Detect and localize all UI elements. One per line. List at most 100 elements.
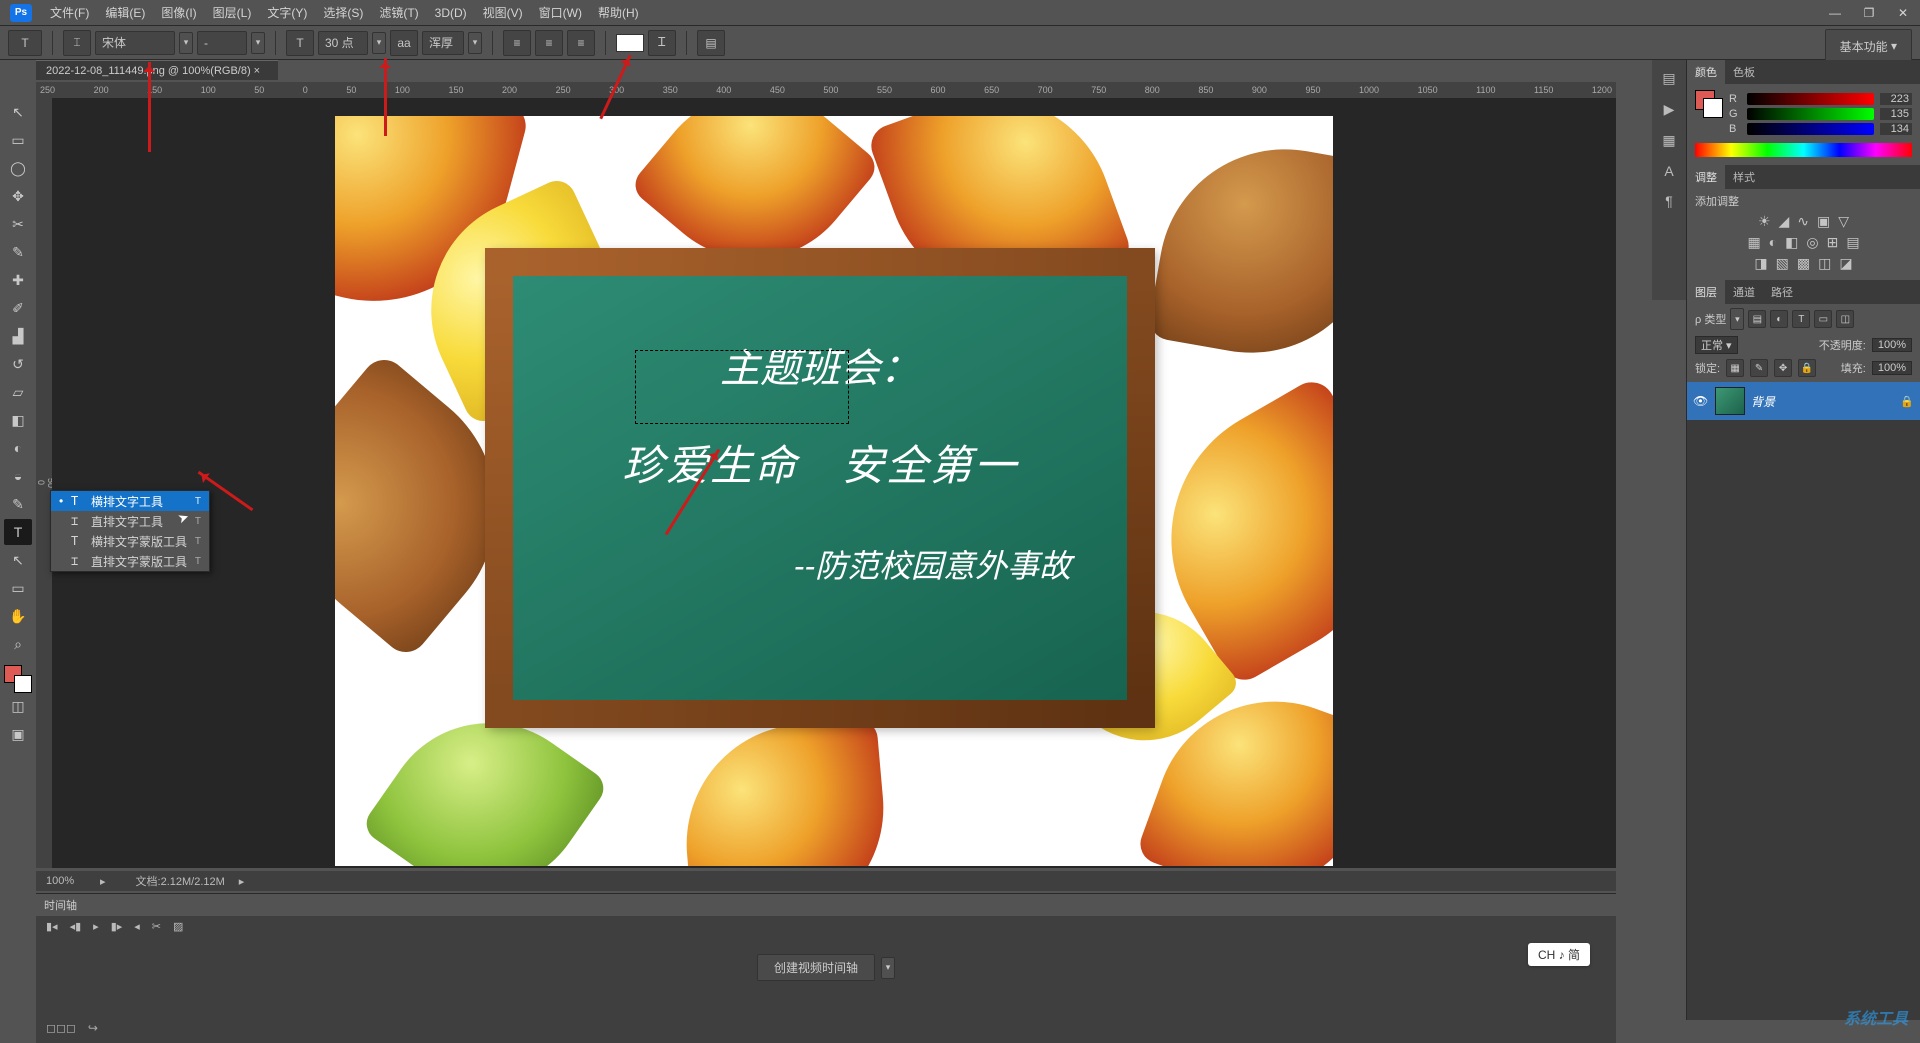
menu-select[interactable]: 选择(S) — [315, 1, 371, 24]
character-panel-button[interactable]: ▤ — [697, 30, 725, 56]
properties-panel-icon[interactable]: ▦ — [1662, 132, 1675, 149]
hand-tool[interactable]: ✋ — [4, 603, 32, 629]
tab-paths[interactable]: 路径 — [1763, 280, 1801, 304]
tab-styles[interactable]: 样式 — [1725, 165, 1763, 189]
timeline-audio[interactable]: ◂ — [134, 920, 140, 933]
filter-pixel-icon[interactable]: ▤ — [1748, 310, 1766, 328]
adj-mixer-icon[interactable]: ⊞ — [1827, 234, 1839, 251]
timeline-play[interactable]: ▸ — [93, 920, 99, 933]
font-style-field[interactable]: - — [197, 31, 247, 55]
eyedropper-tool[interactable]: ✎ — [4, 239, 32, 265]
eraser-tool[interactable]: ▱ — [4, 379, 32, 405]
character-panel-icon[interactable]: A — [1664, 163, 1673, 179]
adj-levels-icon[interactable]: ◢ — [1779, 213, 1790, 230]
antialias-dropdown[interactable]: ▾ — [468, 32, 482, 54]
tool-preset-button[interactable]: T — [8, 30, 42, 56]
paragraph-panel-icon[interactable]: ¶ — [1665, 193, 1673, 209]
move-tool[interactable]: ↖ — [4, 99, 32, 125]
adj-hue-icon[interactable]: ▦ — [1747, 234, 1760, 251]
align-center-button[interactable]: ≡ — [535, 30, 563, 56]
adj-exposure-icon[interactable]: ▣ — [1817, 213, 1830, 230]
quick-select-tool[interactable]: ✥ — [4, 183, 32, 209]
font-size-dropdown[interactable]: ▾ — [372, 32, 386, 54]
layer-name[interactable]: 背景 — [1751, 393, 1775, 410]
dodge-tool[interactable]: ◒ — [4, 463, 32, 489]
timeline-split[interactable]: ✂ — [152, 920, 161, 933]
hue-ramp[interactable] — [1695, 143, 1912, 157]
slider-red[interactable]: R223 — [1729, 93, 1912, 105]
adj-balance-icon[interactable]: ◐ — [1769, 234, 1777, 251]
slider-blue[interactable]: B134 — [1729, 123, 1912, 135]
menu-file[interactable]: 文件(F) — [42, 1, 97, 24]
menu-filter[interactable]: 滤镜(T) — [371, 1, 426, 24]
selection-marquee[interactable] — [635, 350, 849, 424]
shape-tool[interactable]: ▭ — [4, 575, 32, 601]
crop-tool[interactable]: ✂ — [4, 211, 32, 237]
fill-field[interactable]: 100% — [1872, 361, 1912, 375]
warp-text-button[interactable]: Ꮖ — [648, 30, 676, 56]
workspace-switcher[interactable]: 基本功能 ▾ — [1825, 29, 1912, 63]
adj-invert-icon[interactable]: ◨ — [1754, 255, 1767, 272]
type-tool[interactable]: T — [4, 519, 32, 545]
adj-brightness-icon[interactable]: ☀ — [1758, 213, 1771, 230]
lock-trans-icon[interactable]: ▦ — [1726, 359, 1744, 377]
adj-curves-icon[interactable]: ∿ — [1797, 213, 1809, 230]
opacity-field[interactable]: 100% — [1872, 338, 1912, 352]
tab-swatches[interactable]: 色板 — [1725, 60, 1763, 84]
adj-photo-filter-icon[interactable]: ◎ — [1806, 234, 1818, 251]
font-size-field[interactable]: 30 点 — [318, 31, 368, 55]
timeline-transition[interactable]: ▨ — [173, 920, 183, 933]
ime-indicator[interactable]: CH ♪ 简 — [1528, 943, 1590, 966]
filter-shape-icon[interactable]: ▭ — [1814, 310, 1832, 328]
menu-image[interactable]: 图像(I) — [153, 1, 204, 24]
document-tab[interactable]: 2022-12-08_111449.png @ 100%(RGB/8) × — [36, 60, 278, 80]
lasso-tool[interactable]: ◯ — [4, 155, 32, 181]
color-swap[interactable] — [4, 665, 32, 693]
path-select-tool[interactable]: ↖ — [4, 547, 32, 573]
layer-thumbnail[interactable] — [1715, 387, 1745, 415]
filter-type-icon[interactable]: T — [1792, 310, 1810, 328]
zoom-tool[interactable]: ⌕ — [4, 631, 32, 657]
slider-green[interactable]: G135 — [1729, 108, 1912, 120]
adj-threshold-icon[interactable]: ▩ — [1797, 255, 1810, 272]
lock-pos-icon[interactable]: ✥ — [1774, 359, 1792, 377]
timeline-prev-frame[interactable]: ◂▮ — [70, 920, 82, 933]
align-left-button[interactable]: ≡ — [503, 30, 531, 56]
window-close[interactable]: ✕ — [1886, 3, 1920, 23]
brush-tool[interactable]: ✐ — [4, 295, 32, 321]
actions-panel-icon[interactable]: ▶ — [1664, 101, 1675, 118]
adj-vibrance-icon[interactable]: ▽ — [1838, 213, 1849, 230]
quickmask-button[interactable]: ◫ — [4, 693, 32, 719]
text-orientation-button[interactable]: ⌶ — [63, 30, 91, 56]
menu-help[interactable]: 帮助(H) — [590, 1, 647, 24]
tab-layers[interactable]: 图层 — [1687, 280, 1725, 304]
color-panel-fgbg[interactable] — [1695, 90, 1723, 118]
history-panel-icon[interactable]: ▤ — [1662, 70, 1675, 87]
tab-adjustments[interactable]: 调整 — [1687, 165, 1725, 189]
footer-icon[interactable]: ◻◻◻ — [46, 1021, 76, 1035]
tab-color[interactable]: 颜色 — [1687, 60, 1725, 84]
adj-selective-icon[interactable]: ◪ — [1839, 255, 1852, 272]
flyout-horizontal-mask[interactable]: T 横排文字蒙版工具 T — [51, 531, 209, 551]
menu-window[interactable]: 窗口(W) — [531, 1, 590, 24]
create-timeline-dropdown[interactable]: ▾ — [881, 957, 895, 979]
window-maximize[interactable]: ❐ — [1852, 3, 1886, 23]
layer-filter-dropdown[interactable]: ▾ — [1730, 308, 1744, 330]
history-brush-tool[interactable]: ↺ — [4, 351, 32, 377]
document-canvas[interactable]: 主题班会： 珍爱生命 安全第一 --防范校园意外事故 — [335, 116, 1333, 866]
window-minimize[interactable]: — — [1818, 3, 1852, 23]
menu-view[interactable]: 视图(V) — [475, 1, 531, 24]
layer-row-background[interactable]: 👁 背景 🔒 — [1687, 382, 1920, 420]
align-right-button[interactable]: ≡ — [567, 30, 595, 56]
screenmode-button[interactable]: ▣ — [4, 721, 32, 747]
menu-type[interactable]: 文字(Y) — [259, 1, 315, 24]
healing-tool[interactable]: ✚ — [4, 267, 32, 293]
menu-3d[interactable]: 3D(D) — [427, 3, 475, 23]
background-color[interactable] — [14, 675, 32, 693]
adj-lookup-icon[interactable]: ▤ — [1846, 234, 1859, 251]
create-timeline-button[interactable]: 创建视频时间轴 — [757, 954, 875, 981]
menu-edit[interactable]: 编辑(E) — [97, 1, 153, 24]
antialias-field[interactable]: 浑厚 — [422, 31, 464, 55]
lock-all-icon[interactable]: 🔒 — [1798, 359, 1816, 377]
layer-visibility-icon[interactable]: 👁 — [1693, 394, 1709, 408]
